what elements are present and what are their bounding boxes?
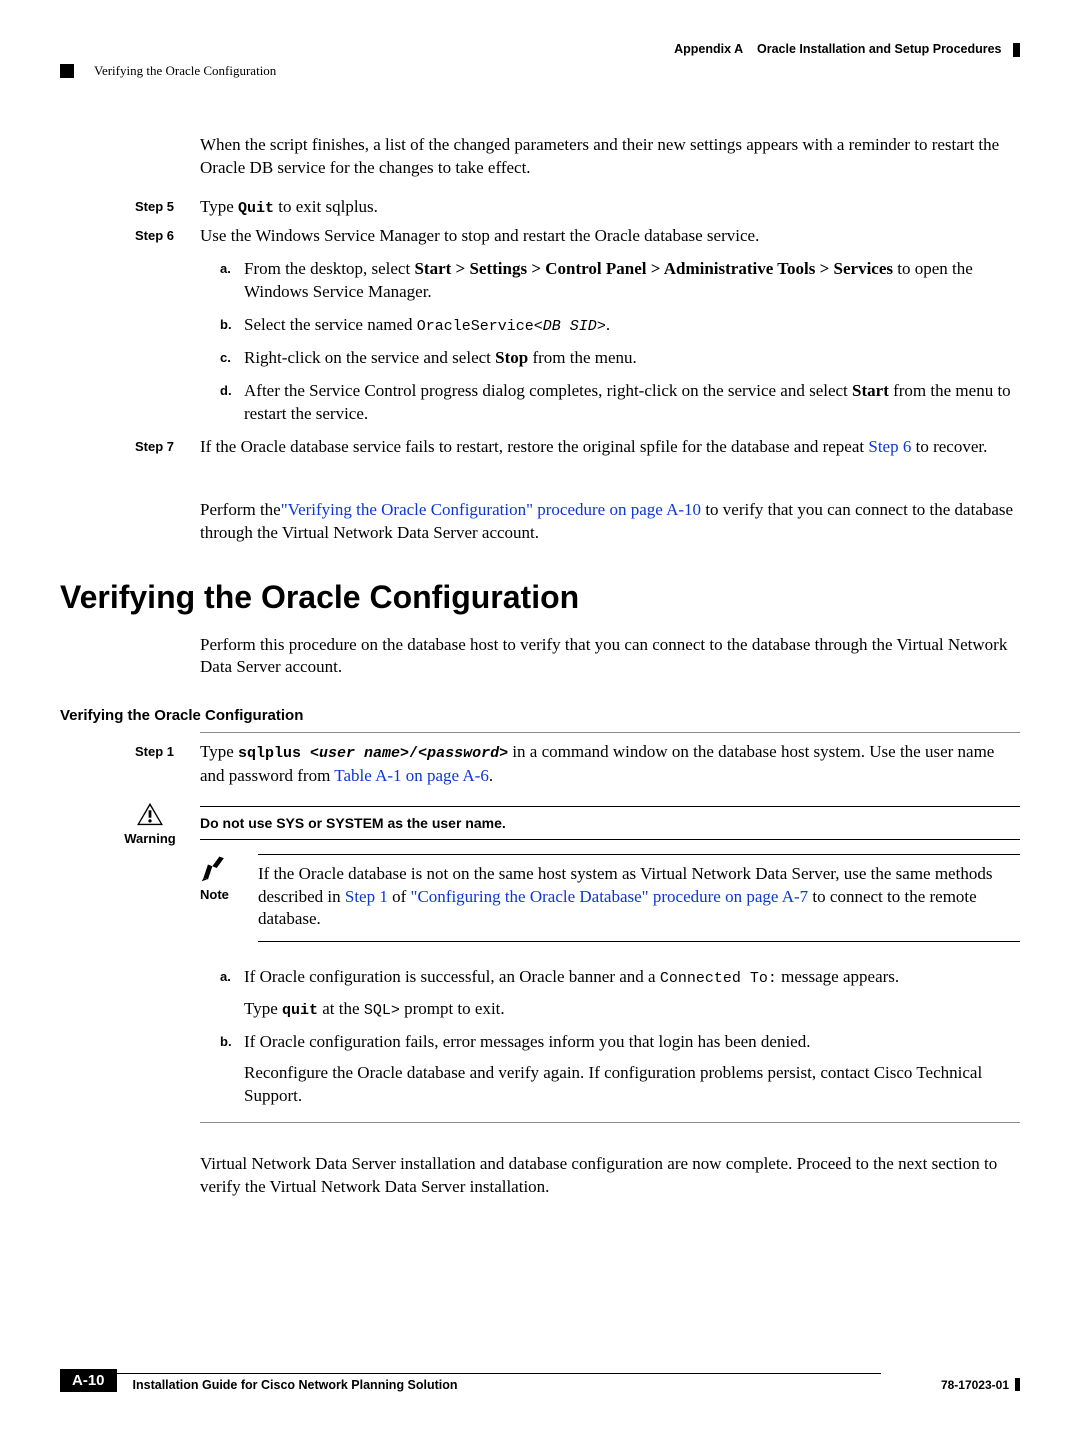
- sub-a: a.: [220, 258, 244, 304]
- step6d: After the Service Control progress dialo…: [244, 380, 1020, 426]
- warning-block: Warning Do not use SYS or SYSTEM as the …: [118, 802, 1020, 848]
- step5-label: Step 5: [135, 196, 200, 219]
- page-header: Appendix A Oracle Installation and Setup…: [60, 42, 1020, 57]
- sub-d: d.: [220, 380, 244, 426]
- divider-end: [200, 1122, 1020, 1123]
- link-table-a1[interactable]: Table A-1 on page A-6: [334, 766, 489, 785]
- sec2-sub-a: a.: [220, 966, 244, 1021]
- perform-paragraph: Perform the"Verifying the Oracle Configu…: [200, 499, 1020, 545]
- step6-label: Step 6: [135, 225, 200, 248]
- step7-label: Step 7: [135, 436, 200, 459]
- warning-icon: [136, 802, 164, 826]
- section-header-row: Verifying the Oracle Configuration: [60, 63, 1020, 79]
- step5-body: Type Quit to exit sqlplus.: [200, 196, 1020, 219]
- step7-body: If the Oracle database service fails to …: [200, 436, 1020, 459]
- sec2-step-b: If Oracle configuration fails, error mes…: [244, 1031, 1020, 1108]
- note-block: Note If the Oracle database is not on th…: [200, 854, 1020, 951]
- note-pencil-icon: [200, 854, 230, 882]
- divider: [200, 732, 1020, 733]
- step6-body: Use the Windows Service Manager to stop …: [200, 225, 1020, 248]
- page-footer: A-10 Installation Guide for Cisco Networ…: [60, 1369, 1020, 1392]
- sec2-step-a: If Oracle configuration is successful, a…: [244, 966, 1020, 1021]
- warning-text: Do not use SYS or SYSTEM as the user nam…: [200, 815, 1020, 831]
- warning-label: Warning: [118, 831, 182, 846]
- note-label: Note: [200, 887, 240, 902]
- sec2-step1-label: Step 1: [135, 741, 200, 787]
- footer-tick-icon: [1015, 1378, 1020, 1391]
- step6b: Select the service named OracleService<D…: [244, 314, 1020, 337]
- sub-c: c.: [220, 347, 244, 370]
- appendix-label: Appendix A: [674, 42, 743, 56]
- doc-number: 78-17023-01: [941, 1378, 1009, 1392]
- procedure-subhead: Verifying the Oracle Configuration: [60, 707, 1020, 724]
- link-config-oracle[interactable]: "Configuring the Oracle Database" proced…: [411, 887, 809, 906]
- header-square-icon: [60, 64, 74, 78]
- footer-guide-title: Installation Guide for Cisco Network Pla…: [117, 1373, 881, 1392]
- appendix-title: Oracle Installation and Setup Procedures: [757, 42, 1002, 56]
- link-verify-proc[interactable]: "Verifying the Oracle Configuration" pro…: [281, 500, 701, 519]
- page-number: A-10: [60, 1369, 117, 1392]
- step6a: From the desktop, select Start > Setting…: [244, 258, 1020, 304]
- sub-b: b.: [220, 314, 244, 337]
- section-intro: Perform this procedure on the database h…: [200, 634, 1020, 680]
- link-step6[interactable]: Step 6: [868, 437, 911, 456]
- section-title: Verifying the Oracle Configuration: [60, 579, 1020, 616]
- continuation-intro: When the script finishes, a list of the …: [200, 79, 1020, 190]
- link-step1[interactable]: Step 1: [345, 887, 388, 906]
- closing-paragraph: Virtual Network Data Server installation…: [200, 1153, 1020, 1199]
- sec2-step1-body: Type sqlplus <user name>/<password> in a…: [200, 741, 1020, 787]
- step6c: Right-click on the service and select St…: [244, 347, 1020, 370]
- sec2-sub-b: b.: [220, 1031, 244, 1108]
- section-name: Verifying the Oracle Configuration: [94, 63, 276, 79]
